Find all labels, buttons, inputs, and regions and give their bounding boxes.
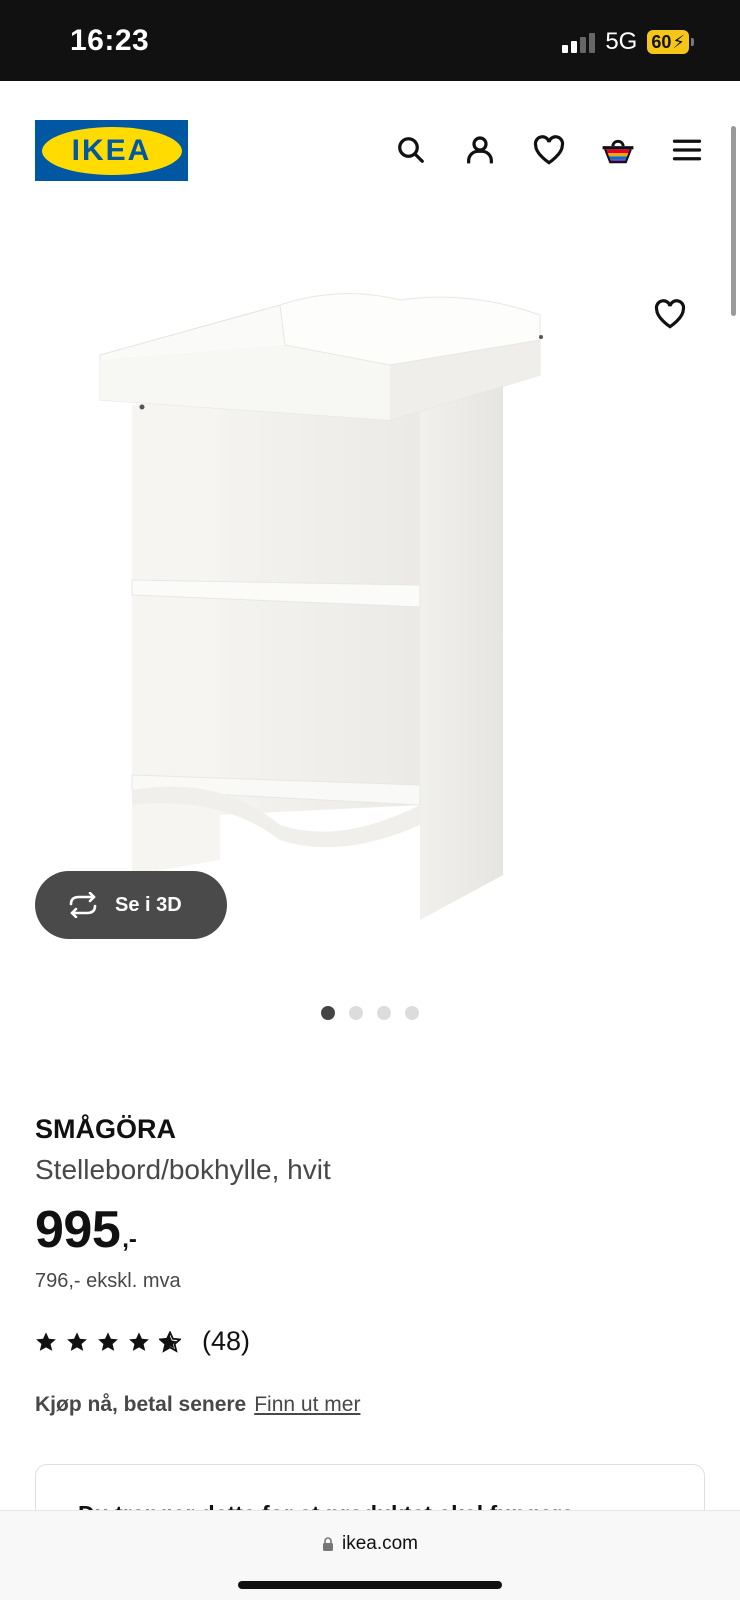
battery-level: 60 [651,32,672,52]
page-scrollbar[interactable] [731,126,736,316]
status-bar: 16:23 5G 60 ⚡ [0,0,740,81]
product-price: 995 ,- [35,1200,137,1260]
signal-icon [562,31,596,53]
see-in-3d-button[interactable]: Se i 3D [35,871,227,939]
status-time: 16:23 [70,24,150,57]
account-icon[interactable] [460,130,500,170]
lock-icon [322,1537,333,1551]
half-star-icon [159,1330,181,1353]
basket-icon[interactable] [598,130,638,170]
gallery-dot[interactable] [349,1006,363,1020]
home-indicator[interactable] [238,1581,502,1589]
gallery-dot[interactable] [405,1006,419,1020]
financing-link[interactable]: Finn ut mer [254,1393,360,1417]
financing-text: Kjøp nå, betal senere [35,1393,247,1416]
price-ex-vat: 796,- ekskl. mva [35,1270,181,1292]
menu-icon[interactable] [667,130,707,170]
financing-row: Kjøp nå, betal senere Finn ut mer [35,1393,360,1417]
product-rating[interactable]: (48) [35,1326,250,1357]
heart-icon[interactable] [529,130,569,170]
site-header: IKEA [0,81,740,221]
price-suffix: ,- [122,1226,137,1253]
search-icon[interactable] [391,130,431,170]
rating-count: (48) [202,1326,251,1356]
gallery-dot[interactable] [321,1006,335,1020]
favorite-icon[interactable] [650,294,690,334]
rotate-3d-icon [69,892,97,918]
status-indicators: 5G 60 ⚡ [562,28,694,56]
ikea-logo[interactable]: IKEA [35,120,188,181]
url-text: ikea.com [341,1533,419,1554]
browser-url-bar[interactable]: ikea.com [0,1510,740,1600]
network-label: 5G [605,28,638,55]
price-value: 995 [35,1201,121,1259]
gallery-dot[interactable] [377,1006,391,1020]
product-image[interactable] [90,285,570,925]
see-in-3d-label: Se i 3D [115,893,182,916]
star-icon [129,1331,149,1351]
star-icon [98,1331,118,1351]
product-name: SMÅGÖRA [35,1114,176,1144]
star-icon [36,1331,56,1351]
logo-text: IKEA [71,133,152,167]
star-icon [67,1331,87,1351]
gallery-pagination [0,1006,740,1020]
product-description: Stellebord/bokhylle, hvit [35,1154,331,1185]
battery-icon: 60 ⚡ [647,30,694,54]
